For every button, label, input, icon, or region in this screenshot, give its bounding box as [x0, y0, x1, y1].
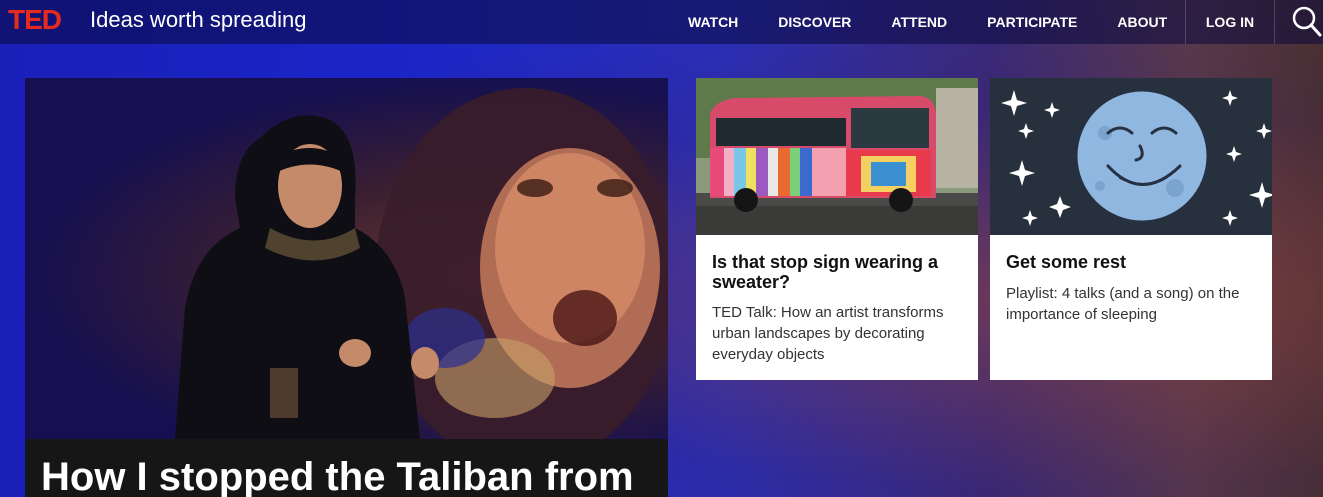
- card-description: TED Talk: How an artist transforms urban…: [712, 304, 944, 363]
- card-description: Playlist: 4 talks (and a song) on the im…: [1006, 285, 1240, 323]
- nav-participate[interactable]: PARTICIPATE: [967, 0, 1097, 44]
- feature-card-rest[interactable]: Get some rest Playlist: 4 talks (and a s…: [990, 78, 1272, 380]
- search-icon: [1292, 6, 1322, 37]
- card-title[interactable]: Is that stop sign wearing a sweater?: [712, 252, 968, 292]
- card-title[interactable]: Get some rest: [1006, 252, 1262, 272]
- nav-discover[interactable]: DISCOVER: [758, 0, 871, 44]
- hero-image-speaker: [25, 78, 668, 439]
- nav-attend[interactable]: ATTEND: [871, 0, 967, 44]
- card-image-knitted-bus: [696, 78, 978, 235]
- hero-title[interactable]: How I stopped the Taliban from: [41, 455, 634, 497]
- ted-logo[interactable]: TED: [8, 4, 62, 36]
- card-image-sleeping-moon: [990, 78, 1272, 235]
- login-link[interactable]: LOG IN: [1185, 0, 1275, 44]
- top-navigation-bar: TED Ideas worth spreading WATCH DISCOVER…: [0, 0, 1323, 44]
- feature-card-sweater[interactable]: Is that stop sign wearing a sweater? TED…: [696, 78, 978, 380]
- nav-watch[interactable]: WATCH: [668, 0, 758, 44]
- nav-about[interactable]: ABOUT: [1097, 0, 1187, 44]
- main-nav: WATCH DISCOVER ATTEND PARTICIPATE ABOUT: [668, 0, 1187, 44]
- search-button[interactable]: [1290, 4, 1322, 38]
- tagline: Ideas worth spreading: [90, 7, 307, 32]
- hero-feature[interactable]: How I stopped the Taliban from: [25, 78, 668, 497]
